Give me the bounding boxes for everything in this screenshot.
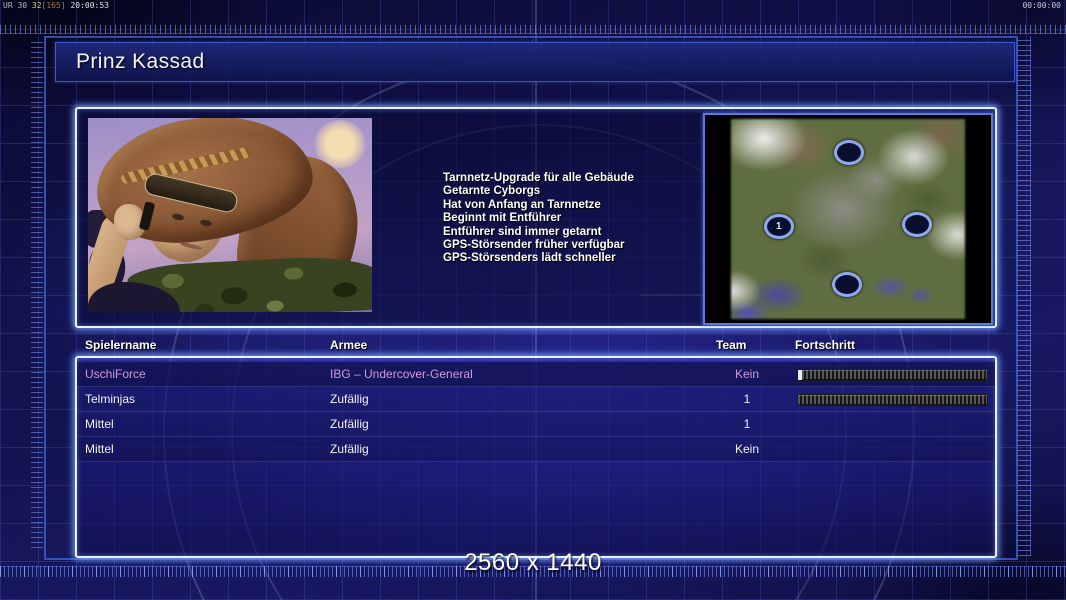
player-team: Kein [734, 442, 760, 456]
spawn-marker [901, 212, 932, 237]
spawn-marker [831, 272, 862, 297]
player-team: 1 [743, 392, 751, 406]
ability-line: GPS-Störsender früher verfügbar [443, 239, 625, 252]
column-header-name: Spielername [85, 338, 157, 352]
player-progress-bar [797, 394, 988, 406]
general-portrait [88, 118, 372, 312]
table-row: Telminjas Zufällig 1 [77, 387, 995, 412]
game-clock: 00:00:00 [1022, 1, 1061, 10]
debug-counter: UR 30 32[165] 20:00:53 [3, 1, 109, 10]
debug-time: 20:00:53 [70, 1, 109, 10]
player-name: Telminjas [85, 392, 136, 406]
player-army: Zufällig [330, 392, 369, 406]
player-army: Zufällig [330, 417, 369, 431]
player-army: IBG – Undercover-General [330, 367, 473, 381]
ruler-left [31, 40, 43, 548]
map-preview: 1 [703, 113, 993, 325]
player-army: Zufällig [330, 442, 369, 456]
general-info-panel: Tarnnetz-Upgrade für alle Gebäude Getarnt… [75, 107, 997, 328]
ability-line: Tarnnetz-Upgrade für alle Gebäude [443, 172, 634, 184]
column-header-progress: Fortschritt [795, 338, 855, 352]
player-table-rows: UschiForce IBG – Undercover-General Kein… [77, 362, 995, 462]
player-team: 1 [743, 417, 751, 431]
debug-part3: [165] [41, 1, 71, 10]
player-progress-bar [797, 369, 988, 381]
ability-line: Entführer sind immer getarnt [443, 225, 602, 238]
ability-line: Beginnt mit Entführer [443, 212, 562, 225]
spawn-marker: 1 [763, 214, 794, 239]
spawn-label: 1 [776, 220, 782, 232]
player-name: Mittel [85, 417, 114, 431]
page-title: Prinz Kassad [76, 50, 205, 73]
column-header-army: Armee [330, 338, 368, 352]
loading-screen: UR 30 32[165] 20:00:53 00:00:00 Prinz Ka… [0, 0, 1066, 600]
resolution-label: 2560 x 1440 [464, 549, 602, 576]
debug-part1: UR 30 [3, 1, 32, 10]
ability-line: GPS-Störsenders lädt schneller [443, 252, 616, 265]
debug-part2: 32 [31, 1, 42, 10]
table-row: UschiForce IBG – Undercover-General Kein [77, 362, 995, 387]
column-header-team: Team [716, 338, 747, 352]
table-row: Mittel Zufällig Kein [77, 437, 995, 462]
table-row: Mittel Zufällig 1 [77, 412, 995, 437]
progress-bar-cap [798, 370, 802, 380]
player-team: Kein [734, 367, 760, 381]
player-table-panel: UschiForce IBG – Undercover-General Kein… [75, 356, 997, 558]
map-markers: 1 [731, 119, 965, 319]
ruler-top [0, 25, 1066, 34]
spawn-marker [834, 140, 864, 165]
title-bar: Prinz Kassad [55, 42, 1015, 82]
abilities-list: Tarnnetz-Upgrade für alle Gebäude Getarnt… [443, 172, 713, 266]
player-name: UschiForce [85, 367, 146, 381]
ruler-right [1017, 36, 1031, 556]
player-name: Mittel [85, 442, 114, 456]
ability-line: Hat von Anfang an Tarnnetze [443, 198, 601, 211]
ability-line: Getarnte Cyborgs [443, 185, 541, 198]
